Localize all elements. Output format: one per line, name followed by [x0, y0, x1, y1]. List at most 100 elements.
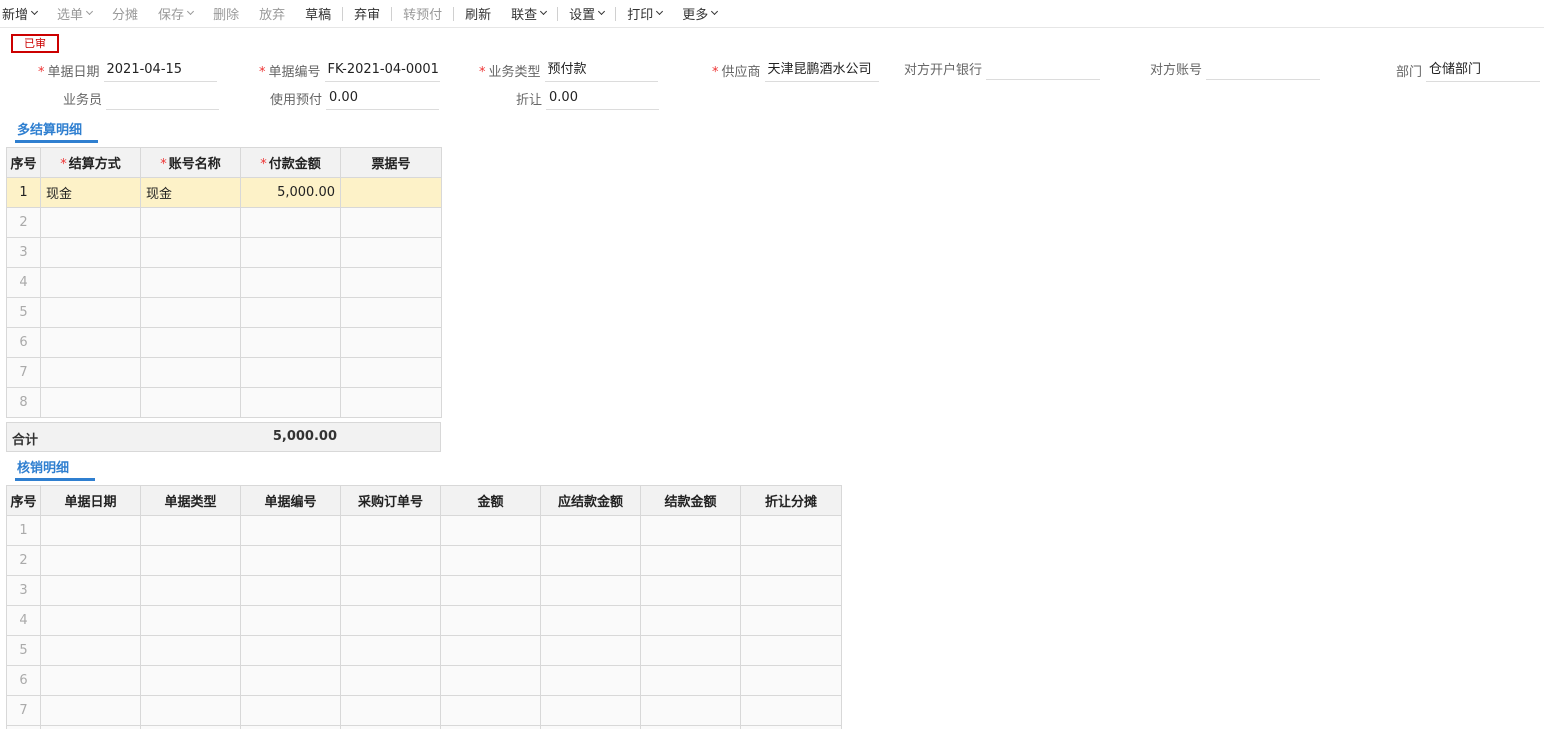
toolbar-print-button[interactable]: 打印: [617, 0, 672, 28]
cell-account-name[interactable]: [140, 327, 241, 358]
cell-discount-alloc[interactable]: [740, 575, 842, 606]
cell-bill-date[interactable]: [40, 515, 141, 546]
cell-amount[interactable]: [440, 605, 541, 636]
table-row[interactable]: 3: [6, 237, 442, 268]
account-input[interactable]: [1206, 58, 1321, 80]
cell-account-name[interactable]: [140, 357, 241, 388]
use-prepay-input[interactable]: 0.00: [326, 88, 440, 110]
toolbar-to-prepay-button[interactable]: 转预付: [393, 0, 452, 28]
cell-voucher-no[interactable]: [340, 237, 442, 268]
cell-bill-type[interactable]: [140, 575, 241, 606]
discount-input[interactable]: 0.00: [546, 88, 660, 110]
table-row[interactable]: 4: [6, 267, 442, 298]
toolbar-more-button[interactable]: 更多: [672, 0, 727, 28]
table-row[interactable]: 1: [6, 515, 842, 546]
table-row[interactable]: 5: [6, 297, 442, 328]
cell-bill-no[interactable]: [240, 725, 341, 729]
cell-pay-amount[interactable]: [240, 297, 341, 328]
cell-pay-amount[interactable]: [240, 357, 341, 388]
cell-bill-no[interactable]: [240, 575, 341, 606]
cell-settle-method[interactable]: [40, 237, 141, 268]
cell-settle-method[interactable]: [40, 267, 141, 298]
cell-amount[interactable]: [440, 575, 541, 606]
cell-bill-type[interactable]: [140, 725, 241, 729]
cell-bill-date[interactable]: [40, 605, 141, 636]
salesman-input[interactable]: [106, 88, 220, 110]
cell-payable-amount[interactable]: [540, 575, 641, 606]
cell-bill-date[interactable]: [40, 695, 141, 726]
table-row[interactable]: 8: [6, 387, 442, 418]
cell-payable-amount[interactable]: [540, 515, 641, 546]
table-row[interactable]: 7: [6, 357, 442, 388]
table-row[interactable]: 7: [6, 695, 842, 726]
cell-amount[interactable]: [440, 665, 541, 696]
cell-bill-type[interactable]: [140, 545, 241, 576]
table-row[interactable]: 3: [6, 575, 842, 606]
cell-po-no[interactable]: [340, 515, 441, 546]
cell-bill-type[interactable]: [140, 635, 241, 666]
cell-pay-amount[interactable]: [240, 327, 341, 358]
cell-payable-amount[interactable]: [540, 635, 641, 666]
cell-settle-method[interactable]: [40, 357, 141, 388]
cell-settled-amount[interactable]: [640, 605, 741, 636]
cell-po-no[interactable]: [340, 575, 441, 606]
tab-writeoff[interactable]: 核销明细: [15, 457, 95, 481]
cell-pay-amount[interactable]: 5,000.00: [240, 177, 341, 208]
cell-amount[interactable]: [440, 515, 541, 546]
cell-bill-no[interactable]: [240, 605, 341, 636]
cell-amount[interactable]: [440, 545, 541, 576]
cell-discount-alloc[interactable]: [740, 695, 842, 726]
cell-discount-alloc[interactable]: [740, 605, 842, 636]
cell-payable-amount[interactable]: [540, 725, 641, 729]
cell-settled-amount[interactable]: [640, 575, 741, 606]
cell-voucher-no[interactable]: [340, 267, 442, 298]
cell-amount[interactable]: [440, 725, 541, 729]
cell-settle-method[interactable]: [40, 297, 141, 328]
cell-settle-method[interactable]: [40, 327, 141, 358]
table-row[interactable]: 8: [6, 725, 842, 729]
cell-voucher-no[interactable]: [340, 387, 442, 418]
tab-settlement[interactable]: 多结算明细: [15, 119, 98, 143]
cell-payable-amount[interactable]: [540, 605, 641, 636]
bill-date-input[interactable]: 2021-04-15: [103, 60, 217, 82]
cell-settled-amount[interactable]: [640, 635, 741, 666]
toolbar-settings-button[interactable]: 设置: [559, 0, 614, 28]
toolbar-delete-button[interactable]: 删除: [203, 0, 249, 28]
toolbar-unapprove-button[interactable]: 弃审: [344, 0, 390, 28]
cell-settled-amount[interactable]: [640, 665, 741, 696]
cell-po-no[interactable]: [340, 725, 441, 729]
cell-bill-date[interactable]: [40, 575, 141, 606]
cell-po-no[interactable]: [340, 665, 441, 696]
cell-pay-amount[interactable]: [240, 387, 341, 418]
cell-bill-no[interactable]: [240, 665, 341, 696]
cell-discount-alloc[interactable]: [740, 545, 842, 576]
toolbar-refresh-button[interactable]: 刷新: [455, 0, 501, 28]
bill-no-input[interactable]: FK-2021-04-0001: [324, 60, 440, 82]
cell-bill-date[interactable]: [40, 635, 141, 666]
cell-bill-date[interactable]: [40, 665, 141, 696]
biz-type-select[interactable]: 预付款: [544, 60, 658, 82]
table-row[interactable]: 4: [6, 605, 842, 636]
cell-voucher-no[interactable]: [340, 207, 442, 238]
cell-voucher-no[interactable]: [340, 327, 442, 358]
cell-discount-alloc[interactable]: [740, 635, 842, 666]
cell-settle-method[interactable]: [40, 207, 141, 238]
cell-pay-amount[interactable]: [240, 237, 341, 268]
col-header-payable-amount[interactable]: 应结款金额: [540, 485, 641, 516]
cell-po-no[interactable]: [340, 545, 441, 576]
cell-account-name[interactable]: [140, 207, 241, 238]
toolbar-abandon-button[interactable]: 放弃: [249, 0, 295, 28]
cell-settled-amount[interactable]: [640, 725, 741, 729]
cell-payable-amount[interactable]: [540, 665, 641, 696]
cell-po-no[interactable]: [340, 695, 441, 726]
cell-discount-alloc[interactable]: [740, 725, 842, 729]
toolbar-add-button[interactable]: 新增: [2, 0, 47, 28]
cell-bill-date[interactable]: [40, 545, 141, 576]
cell-voucher-no[interactable]: [340, 357, 442, 388]
cell-bill-type[interactable]: [140, 665, 241, 696]
supplier-input[interactable]: 天津昆鹏酒水公司: [764, 60, 879, 82]
cell-settled-amount[interactable]: [640, 545, 741, 576]
dept-input[interactable]: 仓储部门: [1426, 60, 1541, 82]
cell-pay-amount[interactable]: [240, 207, 341, 238]
toolbar-select-bill-button[interactable]: 选单: [47, 0, 102, 28]
